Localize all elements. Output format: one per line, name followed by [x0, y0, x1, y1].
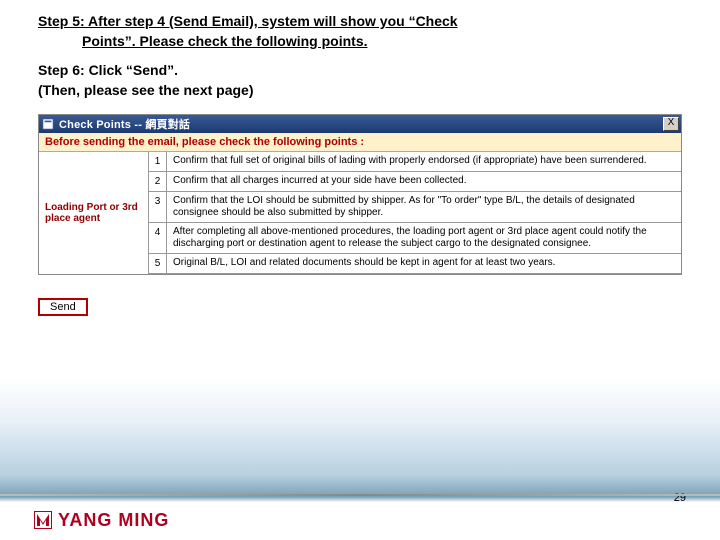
table-row: 1 Confirm that full set of original bill…: [149, 152, 681, 172]
table-row: 4 After completing all above-mentioned p…: [149, 223, 681, 254]
row-text: After completing all above-mentioned pro…: [167, 223, 681, 253]
row-text: Original B/L, LOI and related documents …: [167, 254, 681, 273]
logo-mark-icon: [34, 511, 52, 529]
dialog-body: Loading Port or 3rd place agent 1 Confir…: [39, 152, 681, 274]
row-number: 5: [149, 254, 167, 273]
table-row: 5 Original B/L, LOI and related document…: [149, 254, 681, 274]
row-text: Confirm that all charges incurred at you…: [167, 172, 681, 191]
table-row: 3 Confirm that the LOI should be submitt…: [149, 192, 681, 223]
row-number: 3: [149, 192, 167, 222]
step5-line1: Step 5: After step 4 (Send Email), syste…: [38, 13, 458, 29]
table-row: 2 Confirm that all charges incurred at y…: [149, 172, 681, 192]
dialog-header: Before sending the email, please check t…: [39, 133, 681, 152]
footer-divider: [0, 494, 720, 496]
close-icon[interactable]: X: [663, 117, 679, 131]
row-number: 2: [149, 172, 167, 191]
step6-heading: Step 6: Click “Send”. (Then, please see …: [38, 61, 682, 100]
step5-heading: Step 5: After step 4 (Send Email), syste…: [38, 12, 682, 51]
send-area: Send: [38, 297, 682, 316]
footer: YANG MING: [0, 500, 720, 540]
step6-line1: Step 6: Click “Send”.: [38, 61, 682, 81]
row-group-label: Loading Port or 3rd place agent: [39, 152, 149, 274]
send-button[interactable]: Send: [38, 298, 88, 316]
dialog-titlebar: Check Points -- 網頁對話 X: [39, 115, 681, 133]
brand-text: YANG MING: [58, 510, 169, 531]
check-points-dialog: Check Points -- 網頁對話 X Before sending th…: [38, 114, 682, 275]
row-number: 1: [149, 152, 167, 171]
dialog-icon: [41, 117, 55, 131]
rows-container: 1 Confirm that full set of original bill…: [149, 152, 681, 274]
brand-logo: YANG MING: [34, 510, 169, 531]
row-number: 4: [149, 223, 167, 253]
row-text: Confirm that full set of original bills …: [167, 152, 681, 171]
row-text: Confirm that the LOI should be submitted…: [167, 192, 681, 222]
step6-line2: (Then, please see the next page): [38, 81, 682, 101]
dialog-title: Check Points -- 網頁對話: [59, 116, 663, 132]
step5-line2: Points”. Please check the following poin…: [82, 32, 682, 52]
